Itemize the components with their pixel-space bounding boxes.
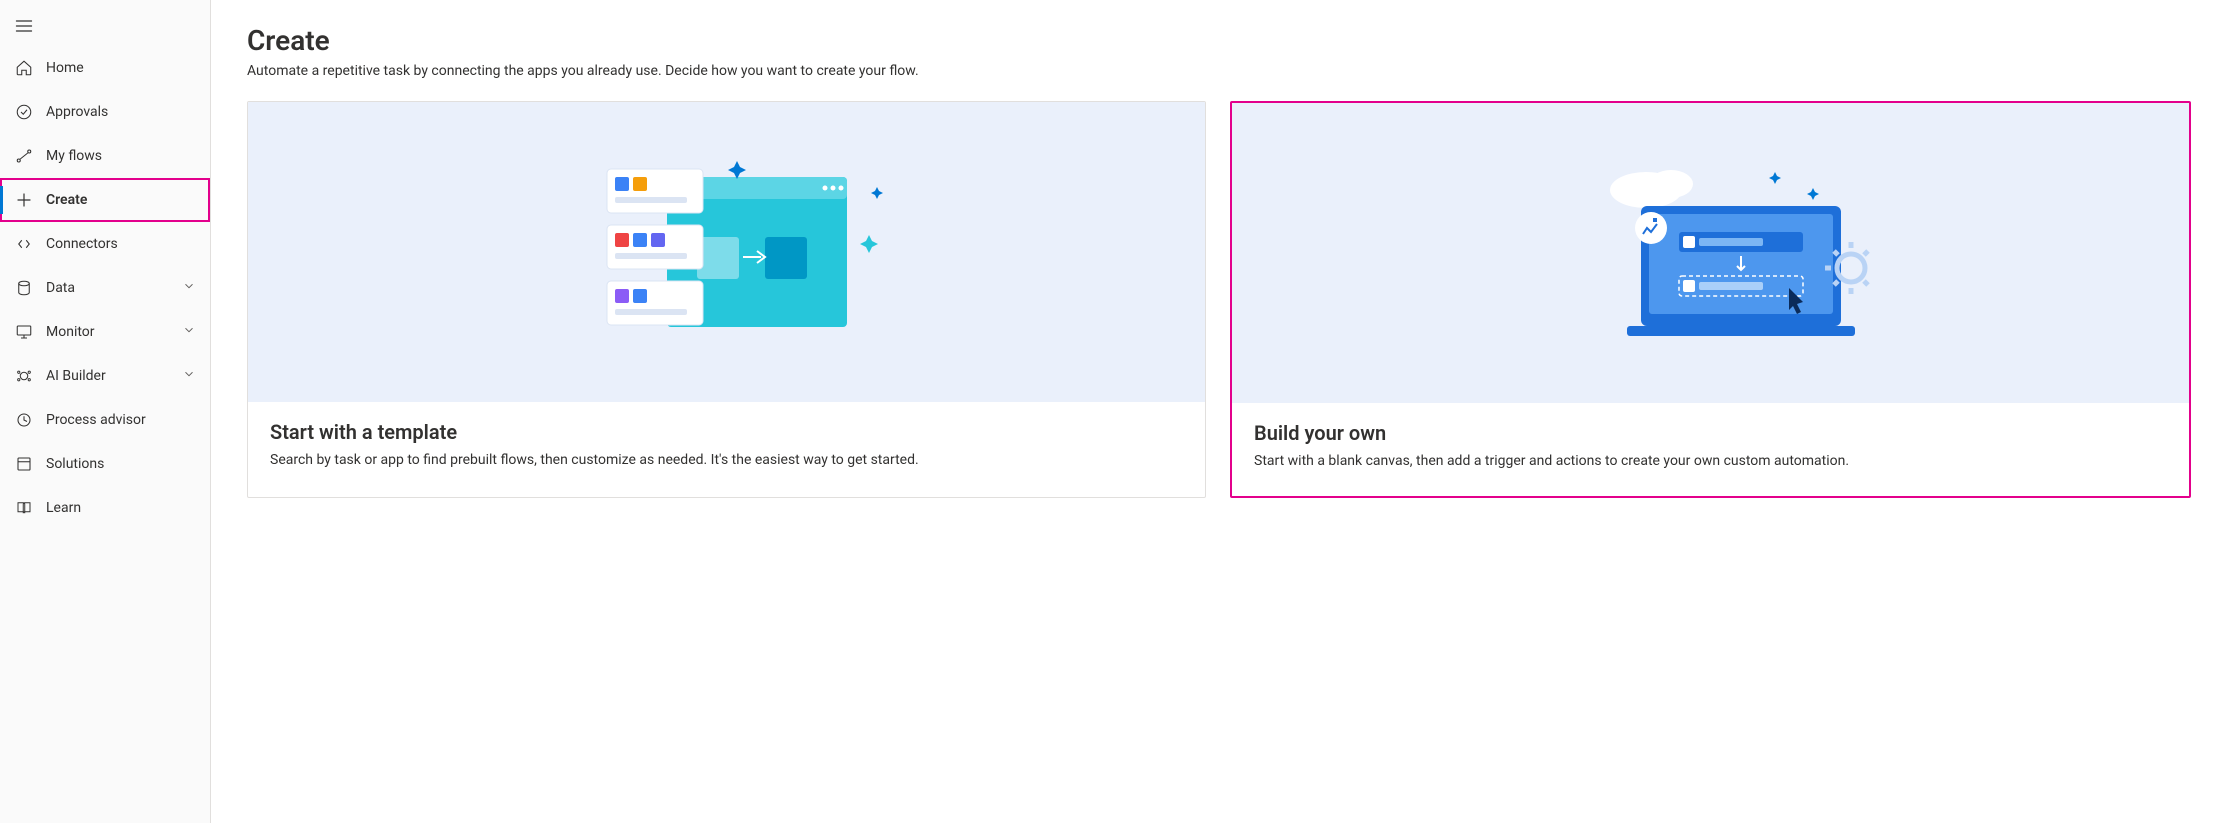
main-content: Create Automate a repetitive task by con… (211, 0, 2227, 823)
chevron-down-icon (182, 279, 196, 297)
card-title: Start with a template (270, 420, 1183, 444)
card-start-with-template[interactable]: Start with a template Search by task or … (247, 101, 1206, 498)
hamburger-icon (14, 16, 34, 36)
sidebar-item-label: Learn (46, 500, 196, 516)
sidebar-item-label: My flows (46, 148, 196, 164)
sidebar-item-label: Solutions (46, 456, 196, 472)
sidebar-item-solutions[interactable]: Solutions (0, 442, 210, 486)
sidebar-item-label: Approvals (46, 104, 196, 120)
data-icon (14, 278, 34, 298)
card-description: Search by task or app to find prebuilt f… (270, 450, 1183, 471)
book-icon (14, 498, 34, 518)
page-subtitle: Automate a repetitive task by connecting… (247, 63, 2191, 79)
sidebar-item-label: Data (46, 280, 170, 296)
sidebar-item-aibuilder[interactable]: AI Builder (0, 354, 210, 398)
sidebar-item-label: Create (46, 192, 196, 208)
template-illustration (248, 102, 1205, 402)
home-icon (14, 58, 34, 78)
flow-icon (14, 146, 34, 166)
sidebar-item-myflows[interactable]: My flows (0, 134, 210, 178)
page-title: Create (247, 24, 2191, 57)
sidebar-item-label: AI Builder (46, 368, 170, 384)
monitor-icon (14, 322, 34, 342)
card-title: Build your own (1254, 421, 2167, 445)
sidebar-item-approvals[interactable]: Approvals (0, 90, 210, 134)
sidebar-item-label: Monitor (46, 324, 170, 340)
sidebar: Home Approvals My flows Create Connector (0, 0, 211, 823)
connectors-icon (14, 234, 34, 254)
sidebar-item-create[interactable]: Create (0, 178, 210, 222)
approvals-icon (14, 102, 34, 122)
hamburger-menu-button[interactable] (0, 6, 210, 46)
sidebar-item-connectors[interactable]: Connectors (0, 222, 210, 266)
sidebar-item-label: Connectors (46, 236, 196, 252)
create-option-cards: Start with a template Search by task or … (247, 101, 2191, 498)
build-illustration (1232, 103, 2189, 403)
card-build-your-own[interactable]: Build your own Start with a blank canvas… (1230, 101, 2191, 498)
chevron-down-icon (182, 323, 196, 341)
ai-icon (14, 366, 34, 386)
sidebar-item-processadvisor[interactable]: Process advisor (0, 398, 210, 442)
solutions-icon (14, 454, 34, 474)
sidebar-item-monitor[interactable]: Monitor (0, 310, 210, 354)
process-icon (14, 410, 34, 430)
sidebar-item-learn[interactable]: Learn (0, 486, 210, 530)
sidebar-item-label: Process advisor (46, 412, 196, 428)
plus-icon (14, 190, 34, 210)
sidebar-item-data[interactable]: Data (0, 266, 210, 310)
sidebar-item-label: Home (46, 60, 196, 76)
sidebar-item-home[interactable]: Home (0, 46, 210, 90)
card-description: Start with a blank canvas, then add a tr… (1254, 451, 2167, 472)
chevron-down-icon (182, 367, 196, 385)
